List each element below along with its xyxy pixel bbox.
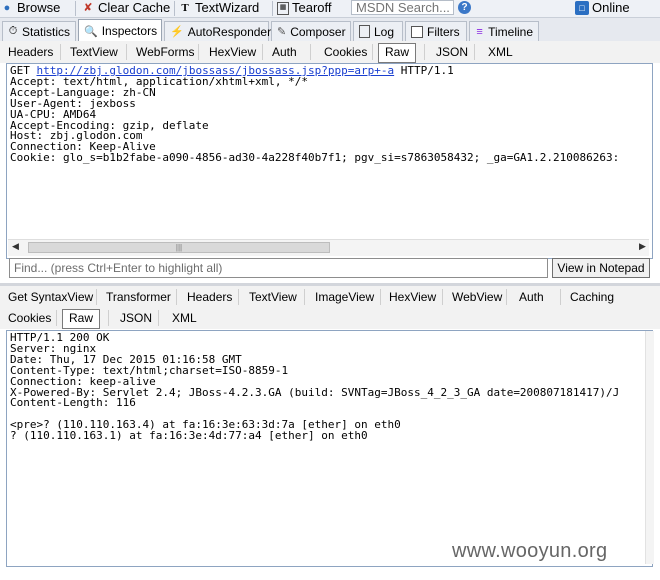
response-view-tabs-row2: Cookies Raw JSON XML <box>0 307 660 329</box>
req-tab-auth[interactable]: Auth <box>270 43 299 61</box>
resp-tab-cookies[interactable]: Cookies <box>6 309 53 327</box>
request-view-tabs: Headers TextView WebForms HexView Auth C… <box>0 41 660 63</box>
timeline-icon: ≡ <box>476 25 483 38</box>
clear-cache-label: Clear Cache <box>98 0 171 15</box>
scroll-right-icon[interactable]: ▶ <box>639 241 646 252</box>
request-raw-pane[interactable]: GET http://zbj.glodon.com/jbossass/jboss… <box>6 63 653 259</box>
tab-label: AutoResponder <box>187 24 272 39</box>
tearoff-button[interactable]: ▦ Tearoff <box>277 0 332 16</box>
tab-label: Inspectors <box>101 24 158 38</box>
req-tab-textview[interactable]: TextView <box>68 43 120 61</box>
request-headers: Accept: text/html, application/xhtml+xml… <box>10 74 620 165</box>
main-toolbar: ● Browse ✘ Clear Cache T TextWizard ▦ Te… <box>0 0 660 18</box>
tab-label: Filters <box>427 24 460 39</box>
resp-tab-hexview[interactable]: HexView <box>387 288 438 306</box>
tab-autoresponder[interactable]: ⚡ AutoResponder <box>164 21 272 41</box>
tab-filters[interactable]: Filters <box>405 21 467 41</box>
request-horizontal-scrollbar[interactable]: ◀ ||| ▶ <box>8 239 649 256</box>
online-icon: □ <box>575 1 589 15</box>
clear-cache-button[interactable]: ✘ Clear Cache <box>81 0 170 16</box>
resp-tab-raw[interactable]: Raw <box>62 309 101 329</box>
pencil-icon: ✎ <box>277 26 287 38</box>
tab-label: Statistics <box>21 24 70 39</box>
response-raw-text: HTTP/1.1 200 OK Server: nginx Date: Thu,… <box>10 331 620 443</box>
request-protocol: HTTP/1.1 <box>400 64 454 77</box>
req-tab-xml[interactable]: XML <box>486 43 515 61</box>
req-tab-json[interactable]: JSON <box>434 43 470 61</box>
view-in-notepad-button[interactable]: View in Notepad <box>552 258 650 278</box>
tab-label: Log <box>374 24 395 39</box>
req-tab-raw[interactable]: Raw <box>378 43 417 63</box>
resp-tab-imageview[interactable]: ImageView <box>313 288 376 306</box>
resp-tab-get-syntaxview[interactable]: Get SyntaxView <box>6 288 95 306</box>
textwizard-label: TextWizard <box>195 0 260 15</box>
response-raw-pane[interactable]: HTTP/1.1 200 OK Server: nginx Date: Thu,… <box>6 330 653 567</box>
online-status[interactable]: □ Online <box>575 0 630 16</box>
tab-composer[interactable]: ✎ Composer <box>271 21 351 41</box>
checkbox-icon <box>411 25 423 38</box>
resp-tab-transformer[interactable]: Transformer <box>104 288 173 306</box>
browse-button[interactable]: ● Browse <box>0 0 61 16</box>
scroll-left-icon[interactable]: ◀ <box>12 241 19 252</box>
magnifier-icon: 🔍 <box>84 25 98 38</box>
tearoff-icon: ▦ <box>277 1 289 15</box>
main-tabs: ⏱ Statistics 🔍 Inspectors ⚡ AutoResponde… <box>0 18 660 42</box>
resp-tab-auth[interactable]: Auth <box>517 288 546 306</box>
response-vertical-scrollbar[interactable] <box>645 331 654 564</box>
resp-tab-headers[interactable]: Headers <box>185 288 234 306</box>
textwizard-button[interactable]: T TextWizard <box>178 0 259 16</box>
log-icon <box>359 25 370 38</box>
tab-log[interactable]: Log <box>353 21 403 41</box>
online-label: Online <box>592 0 630 15</box>
textwizard-icon: T <box>181 2 189 14</box>
tearoff-label: Tearoff <box>292 0 332 15</box>
resp-tab-xml[interactable]: XML <box>170 309 199 327</box>
tab-label: Composer <box>290 24 346 39</box>
help-icon[interactable]: ? <box>458 1 471 14</box>
request-raw-text: GET http://zbj.glodon.com/jbossass/jboss… <box>7 64 652 164</box>
globe-icon: ● <box>3 2 11 14</box>
tab-inspectors[interactable]: 🔍 Inspectors <box>78 19 162 42</box>
browse-label: Browse <box>17 0 61 15</box>
resp-tab-json[interactable]: JSON <box>118 309 154 327</box>
resp-tab-textview[interactable]: TextView <box>247 288 299 306</box>
lightning-icon: ⚡ <box>170 26 184 38</box>
watermark: www.wooyun.org <box>452 540 608 562</box>
scrollbar-thumb[interactable]: ||| <box>28 242 330 253</box>
tab-label: Timeline <box>488 24 533 39</box>
find-input[interactable]: Find... (press Ctrl+Enter to highlight a… <box>9 258 548 278</box>
resp-tab-caching[interactable]: Caching <box>568 288 616 306</box>
req-tab-webforms[interactable]: WebForms <box>134 43 196 61</box>
resp-tab-webview[interactable]: WebView <box>450 288 504 306</box>
stopwatch-icon: ⏱ <box>8 25 18 37</box>
tab-statistics[interactable]: ⏱ Statistics <box>2 21 76 41</box>
response-view-tabs-row1: Get SyntaxView Transformer Headers TextV… <box>0 286 660 308</box>
clear-cache-icon: ✘ <box>83 2 93 14</box>
req-tab-hexview[interactable]: HexView <box>207 43 258 61</box>
tab-timeline[interactable]: ≡ Timeline <box>469 21 539 41</box>
msdn-search-input[interactable] <box>351 0 454 15</box>
req-tab-headers[interactable]: Headers <box>6 43 55 61</box>
req-tab-cookies[interactable]: Cookies <box>322 43 369 61</box>
